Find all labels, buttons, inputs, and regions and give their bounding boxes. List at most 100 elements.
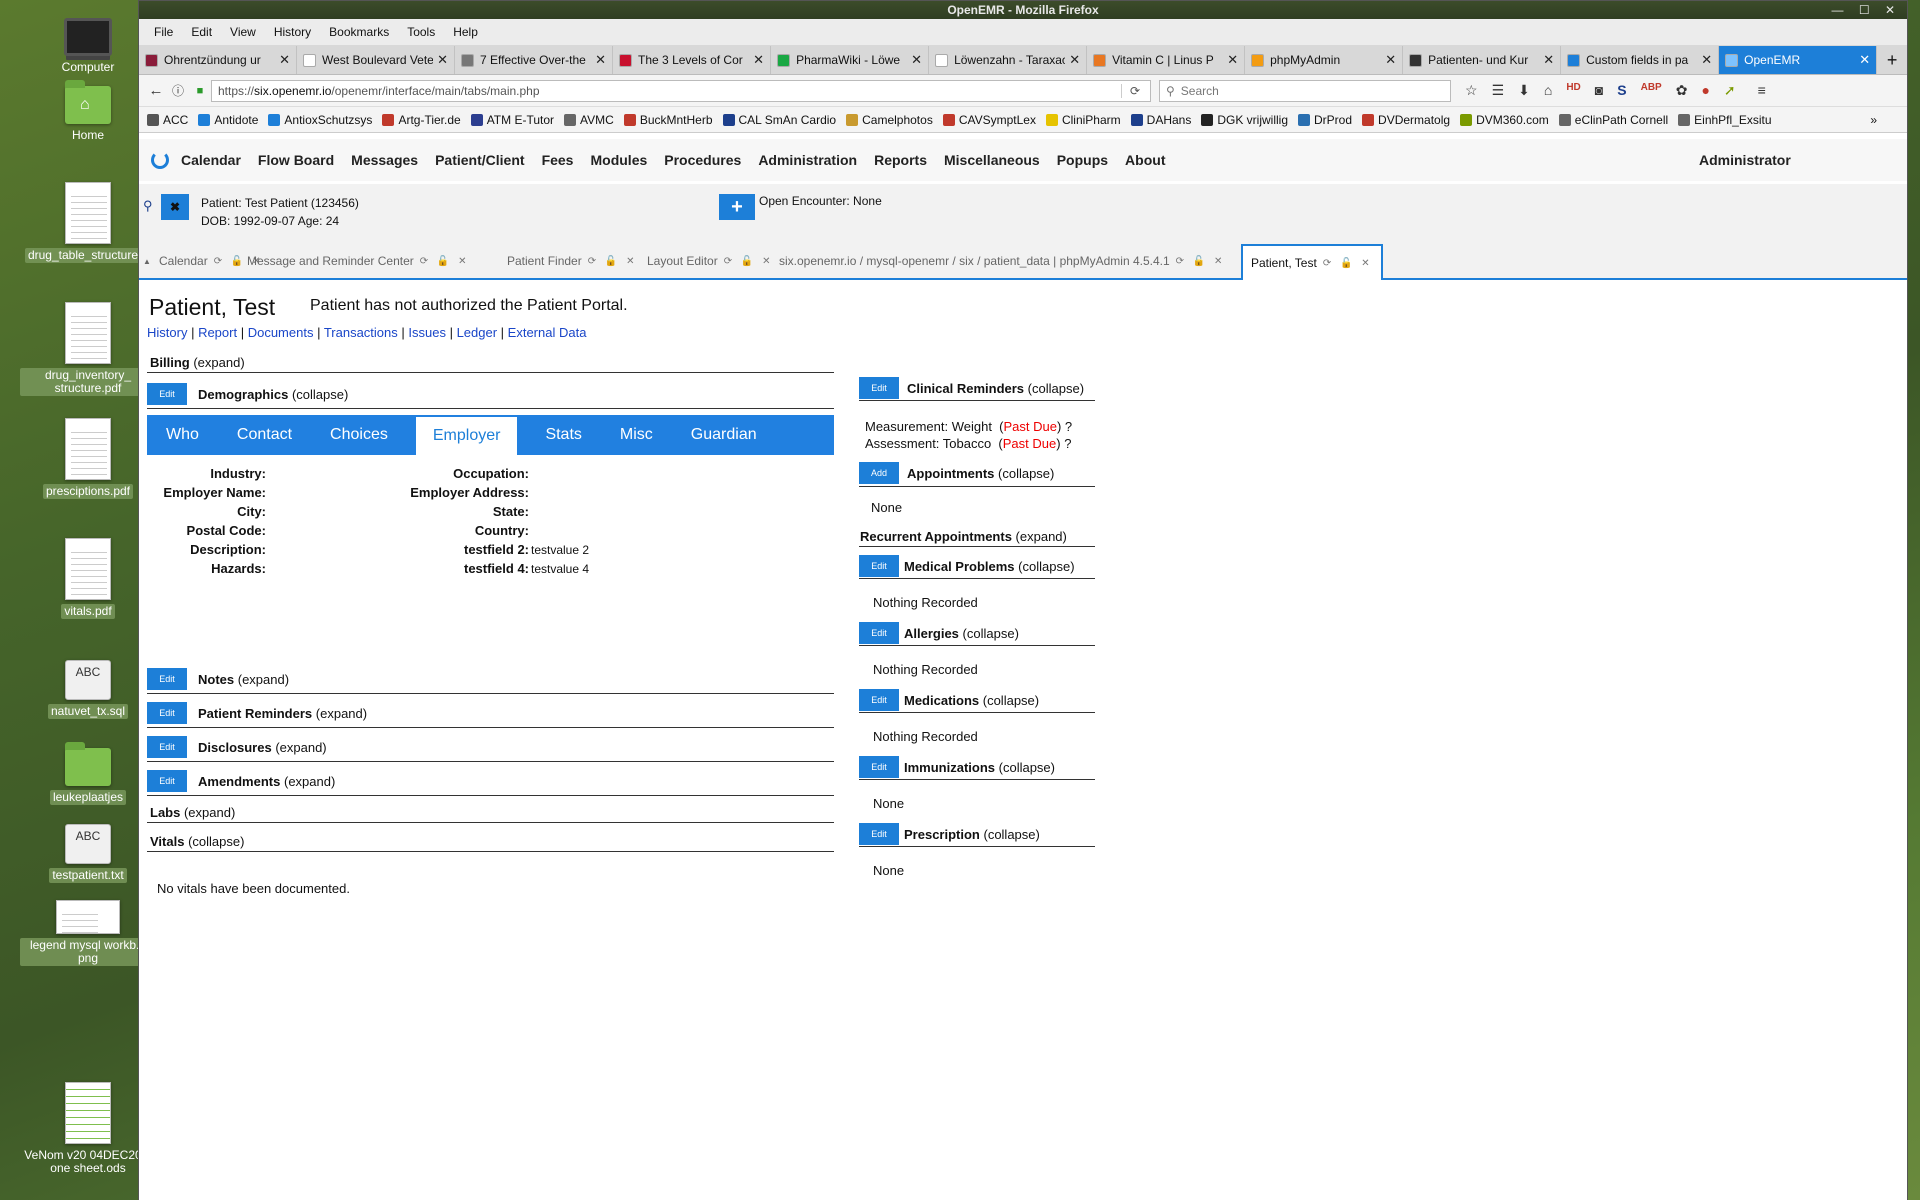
browser-tab[interactable]: 7 Effective Over-the ✕ (455, 46, 614, 74)
link-history[interactable]: History (147, 325, 187, 340)
app-tab[interactable]: Patient, Test ⟳ 🔓 ✕ (1241, 244, 1383, 280)
link-ledger[interactable]: Ledger (457, 325, 497, 340)
adblock-icon[interactable]: ABP (1641, 82, 1662, 99)
tab-close-icon[interactable]: ✕ (1385, 52, 1396, 68)
tab-close-icon[interactable]: ✕ (911, 52, 922, 68)
bookmark-item[interactable]: CAL SmAn Cardio (722, 113, 836, 127)
browser-tab[interactable]: West Boulevard Veterir ✕ (297, 46, 456, 74)
menu-calendar[interactable]: Calendar (181, 152, 241, 168)
clinical-reminders-edit-button[interactable]: Edit (859, 377, 899, 399)
tab-employer[interactable]: Employer (415, 417, 518, 455)
close-patient-button[interactable]: ✖ (161, 194, 189, 220)
tab-close-icon[interactable]: ✕ (753, 52, 764, 68)
patient-search-icon[interactable]: ⚲ (143, 198, 153, 214)
bookmark-item[interactable]: AVMC (564, 113, 614, 127)
desktop-icon[interactable]: ⌂ Home (20, 80, 156, 143)
app-tab[interactable]: six.openemr.io / mysql-openemr / six / p… (779, 244, 1225, 278)
link-issues[interactable]: Issues (408, 325, 446, 340)
demographics-edit-button[interactable]: Edit (147, 383, 187, 405)
medications-section[interactable]: Medications (collapse) (904, 693, 1039, 708)
app-tab-controls-icon[interactable]: ⟳ 🔓 ✕ (1323, 258, 1373, 269)
window-controls[interactable]: — ☐ ✕ (1832, 1, 1901, 19)
vitals-section[interactable]: Vitals (collapse) (150, 834, 244, 849)
reminder-tobacco[interactable]: Assessment: Tobacco (Past Due) ? (865, 435, 1072, 452)
reader-icon[interactable]: ☰ (1492, 82, 1505, 99)
immunizations-edit-button[interactable]: Edit (859, 756, 899, 778)
menu-about[interactable]: About (1125, 152, 1165, 168)
hamburger-menu-icon[interactable]: ≡ (1758, 82, 1766, 99)
desktop-icon[interactable]: ABC testpatient.txt (20, 824, 156, 883)
bookmark-star-icon[interactable]: ☆ (1465, 82, 1478, 99)
allergies-edit-button[interactable]: Edit (859, 622, 899, 644)
bookmark-item[interactable]: EinhPfl_Exsitu (1678, 113, 1772, 127)
tab-close-icon[interactable]: ✕ (1701, 52, 1712, 68)
bookmark-item[interactable]: BuckMntHerb (623, 113, 713, 127)
tab-close-icon[interactable]: ✕ (1227, 52, 1238, 68)
menu-tools[interactable]: Tools (398, 25, 444, 39)
info-icon[interactable]: ⓘ (167, 82, 189, 99)
clinical-reminders-section[interactable]: Clinical Reminders (collapse) (907, 381, 1084, 396)
tab-misc[interactable]: Misc (601, 415, 672, 455)
bookmark-item[interactable]: DVM360.com (1460, 113, 1549, 127)
extension-arrow-icon[interactable]: ➚ (1724, 82, 1736, 99)
menu-procedures[interactable]: Procedures (664, 152, 741, 168)
billing-section[interactable]: Billing (expand) (150, 355, 245, 370)
bookmark-item[interactable]: ATM E-Tutor (470, 113, 554, 127)
tab-close-icon[interactable]: ✕ (1543, 52, 1554, 68)
menu-administration[interactable]: Administration (758, 152, 857, 168)
bookmark-item[interactable]: CliniPharm (1045, 113, 1121, 127)
browser-tab[interactable]: phpMyAdmin ✕ (1245, 46, 1404, 74)
search-input[interactable]: ⚲ Search (1159, 79, 1451, 102)
desktop-icon[interactable]: leukeplaatjes (20, 742, 156, 805)
menu-view[interactable]: View (221, 25, 265, 39)
link-documents[interactable]: Documents (248, 325, 314, 340)
menu-edit[interactable]: Edit (182, 25, 221, 39)
allergies-section[interactable]: Allergies (collapse) (904, 626, 1019, 641)
extension-icon[interactable]: ✿ (1676, 82, 1688, 99)
medical-problems-section[interactable]: Medical Problems (collapse) (904, 559, 1075, 574)
menu-patient-client[interactable]: Patient/Client (435, 152, 524, 168)
shield-icon[interactable]: ● (1701, 82, 1709, 99)
hd-icon[interactable]: HD (1566, 82, 1580, 99)
patient-reminders-edit-button[interactable]: Edit (147, 702, 187, 724)
notes-edit-button[interactable]: Edit (147, 668, 187, 690)
amendments-section[interactable]: Amendments (expand) (198, 774, 335, 789)
app-tab[interactable]: Message and Reminder Center ⟳ 🔓 ✕ (247, 244, 470, 278)
menu-flow-board[interactable]: Flow Board (258, 152, 334, 168)
menu-help[interactable]: Help (444, 25, 487, 39)
notes-section[interactable]: Notes (expand) (198, 672, 289, 687)
app-tab-controls-icon[interactable]: ⟳ 🔓 ✕ (420, 256, 470, 267)
desktop-icon[interactable]: Computer (20, 18, 156, 75)
bookmark-item[interactable]: DVDermatolg (1362, 113, 1450, 127)
browser-tab[interactable]: Löwenzahn - Taraxacur ✕ (929, 46, 1088, 74)
app-tab-controls-icon[interactable]: ⟳ 🔓 ✕ (1176, 256, 1226, 267)
amendments-edit-button[interactable]: Edit (147, 770, 187, 792)
browser-tab[interactable]: OpenEMR ✕ (1719, 46, 1878, 74)
prescription-edit-button[interactable]: Edit (859, 823, 899, 845)
browser-tab[interactable]: PharmaWiki - Löwe ✕ (771, 46, 930, 74)
home-icon[interactable]: ⌂ (1544, 82, 1552, 99)
openemr-logo-icon[interactable] (151, 151, 169, 169)
app-tab[interactable]: Patient Finder ⟳ 🔓 ✕ (507, 244, 637, 278)
patient-reminders-section[interactable]: Patient Reminders (expand) (198, 706, 367, 721)
bookmark-item[interactable]: eClinPath Cornell (1558, 113, 1668, 127)
desktop-icon[interactable]: drug_inventory_ structure.pdf (20, 302, 156, 396)
menu-history[interactable]: History (265, 25, 320, 39)
app-tab-controls-icon[interactable]: ⟳ 🔓 ✕ (724, 256, 774, 267)
medical-problems-edit-button[interactable]: Edit (859, 555, 899, 577)
immunizations-section[interactable]: Immunizations (collapse) (904, 760, 1055, 775)
tab-guardian[interactable]: Guardian (672, 415, 776, 455)
medications-edit-button[interactable]: Edit (859, 689, 899, 711)
menu-miscellaneous[interactable]: Miscellaneous (944, 152, 1040, 168)
back-icon[interactable]: ← (145, 82, 167, 99)
appointments-section[interactable]: Appointments (collapse) (907, 466, 1054, 481)
bookmark-item[interactable]: Antidote (198, 113, 258, 127)
bookmark-item[interactable]: AntioxSchutzsys (268, 113, 372, 127)
link-transactions[interactable]: Transactions (324, 325, 398, 340)
tab-close-icon[interactable]: ✕ (595, 52, 606, 68)
new-encounter-button[interactable]: + (719, 194, 755, 220)
user-menu[interactable]: Administrator (1699, 152, 1791, 168)
browser-tab[interactable]: Custom fields in pa ✕ (1561, 46, 1720, 74)
menu-modules[interactable]: Modules (590, 152, 647, 168)
reminder-weight[interactable]: Measurement: Weight (Past Due) ? (865, 418, 1072, 435)
